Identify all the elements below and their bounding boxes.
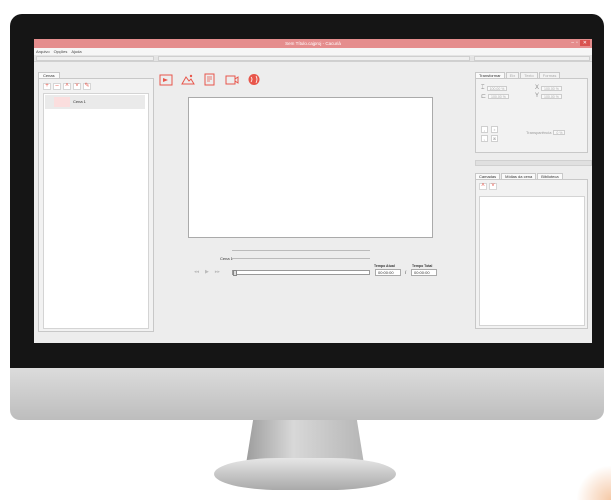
transparency-field[interactable]: 0 % (553, 130, 566, 135)
add-scene-button[interactable]: + (43, 83, 51, 90)
scenes-panel: + – ˄ ˅ ✎ Cena 1 (38, 78, 154, 332)
y-field[interactable]: 100,00 % (541, 93, 562, 99)
remove-scene-button[interactable]: – (53, 83, 61, 90)
total-time-field[interactable]: 00:00:00 (411, 269, 437, 276)
layers-panel: ˄ ˅ (475, 179, 588, 329)
scene-thumbnail (54, 97, 70, 107)
strip-segment (36, 56, 154, 61)
height-control: ⊏ 100,00 % (481, 93, 509, 100)
align-icon[interactable]: ⌞ (481, 135, 488, 142)
add-globe-icon[interactable] (246, 72, 261, 87)
layer-list (479, 196, 585, 326)
panel-separator (475, 160, 592, 166)
y-icon: Y (535, 93, 540, 99)
layer-down-button[interactable]: ˅ (489, 183, 497, 190)
timeline-scene-name: Cena 1 (220, 256, 233, 261)
align-icon[interactable]: ⌘ (491, 135, 498, 142)
add-chart-icon[interactable] (180, 72, 195, 87)
transparency-control: Transparência 0 % (526, 130, 566, 135)
height-icon: ⊏ (481, 94, 487, 100)
scene-list: Cena 1 (43, 93, 149, 329)
stage: Sem Título.cajproj - Cacurià ‒ ▫ ✕ Arqui… (0, 0, 611, 500)
y-control: Y 100,00 % (535, 93, 562, 99)
title-bar: Sem Título.cajproj - Cacurià ‒ ▫ ✕ (34, 39, 592, 48)
height-field[interactable]: 100,00 % (488, 94, 509, 99)
strip-segment (158, 56, 470, 61)
corner-decoration (577, 466, 611, 500)
monitor-base (214, 458, 396, 490)
playback-controls: ◂◂ ▶ ▸▸ (194, 269, 220, 275)
timeline-slider[interactable] (232, 270, 370, 276)
x-icon: X (535, 85, 540, 91)
transparency-label: Transparência (526, 130, 552, 135)
menu-opcoes[interactable]: Opções (54, 49, 68, 54)
list-item[interactable]: Cena 1 (45, 95, 145, 109)
window-title: Sem Título.cajproj - Cacurià (285, 41, 341, 46)
play-button[interactable]: ▶ (205, 269, 209, 275)
minimize-button[interactable]: ‒ (571, 40, 574, 46)
layer-buttons: ˄ ˅ (479, 183, 497, 190)
scene-canvas[interactable] (188, 97, 433, 238)
x-field[interactable]: 100,00 % (541, 85, 562, 91)
slider-handle[interactable] (233, 270, 237, 276)
x-control: X 100,00 % (535, 85, 562, 91)
add-video-icon[interactable] (224, 72, 239, 87)
current-time-label: Tempo Atual (374, 264, 395, 268)
total-time-label: Tempo Total (412, 264, 433, 268)
menu-bar: Arquivo Opções Ajuda (34, 48, 592, 55)
edit-scene-button[interactable]: ✎ (83, 83, 91, 90)
width-field[interactable]: 100,00 % (486, 86, 508, 91)
time-separator: / (405, 270, 407, 275)
menu-ajuda[interactable]: Ajuda (71, 49, 81, 54)
monitor-chin (10, 368, 604, 420)
align-icon[interactable]: ⌟ (481, 126, 488, 133)
app-window: Sem Título.cajproj - Cacurià ‒ ▫ ✕ Arqui… (34, 39, 592, 343)
close-button[interactable]: ✕ (579, 40, 590, 46)
scene-buttons: + – ˄ ˅ ✎ (43, 83, 91, 90)
add-image-icon[interactable] (158, 72, 173, 87)
scene-label: Cena 1 (73, 99, 86, 104)
move-up-button[interactable]: ˄ (63, 83, 71, 90)
timeline-line (232, 258, 370, 259)
width-icon: ⌶ (481, 85, 485, 91)
timeline-line (232, 250, 370, 251)
width-control: ⌶ 100,00 % (481, 85, 508, 92)
rewind-button[interactable]: ◂◂ (194, 269, 199, 275)
forward-button[interactable]: ▸▸ (215, 269, 220, 275)
top-strip (34, 55, 592, 62)
move-down-button[interactable]: ˅ (73, 83, 81, 90)
align-icon[interactable]: ⌗ (491, 126, 498, 133)
current-time-field[interactable]: 00:00:00 (375, 269, 401, 276)
layer-up-button[interactable]: ˄ (479, 183, 487, 190)
menu-arquivo[interactable]: Arquivo (36, 49, 50, 54)
media-toolbar (158, 72, 261, 87)
window-controls: ‒ ▫ ✕ (571, 40, 590, 46)
add-document-icon[interactable] (202, 72, 217, 87)
strip-segment (474, 56, 590, 61)
transform-panel: ⌶ 100,00 % ⊏ 100,00 % X 100,00 % Y 100,0… (475, 78, 588, 153)
maximize-button[interactable]: ▫ (576, 40, 578, 46)
